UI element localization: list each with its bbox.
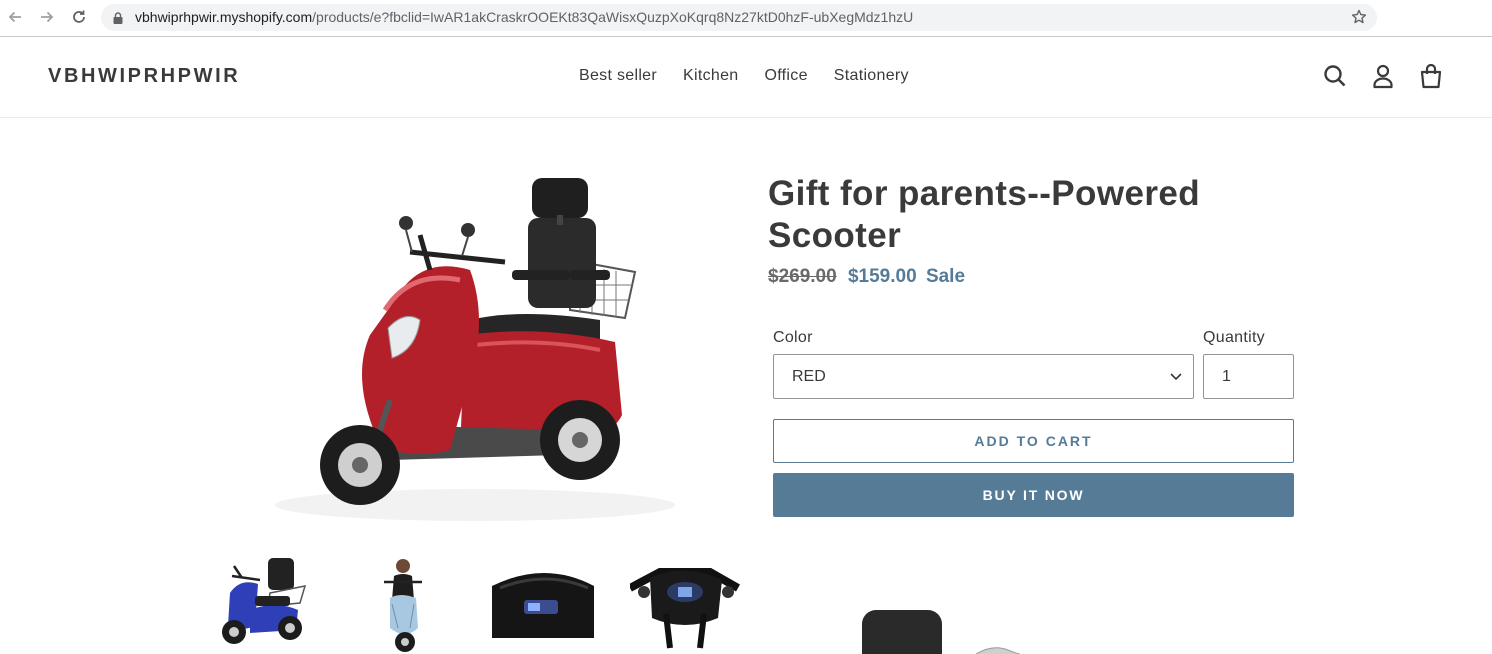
chevron-down-icon [1169, 369, 1183, 388]
cart-icon[interactable] [1418, 63, 1444, 89]
quantity-label: Quantity [1203, 329, 1265, 346]
thumbnail-rider-scooter[interactable] [350, 548, 460, 654]
nav-link-office[interactable]: Office [764, 67, 807, 85]
url-host: vbhwiprhpwir.myshopify.com [135, 9, 313, 25]
bookmark-star-icon[interactable] [1351, 9, 1367, 30]
url-text: vbhwiprhpwir.myshopify.com/products/e?fb… [135, 9, 913, 26]
add-to-cart-button[interactable]: ADD TO CART [773, 419, 1294, 463]
store-logo[interactable]: VBHWIPRHPWIR [48, 65, 240, 88]
sale-label: Sale [925, 266, 966, 287]
thumbnail-dashboard[interactable] [490, 548, 600, 654]
quantity-value: 1 [1222, 368, 1231, 385]
forward-arrow-icon[interactable] [36, 6, 58, 28]
quantity-input[interactable]: 1 [1203, 354, 1294, 399]
site-header: VBHWIPRHPWIR Best seller Kitchen Office … [0, 37, 1492, 118]
browser-toolbar: vbhwiprhpwir.myshopify.com/products/e?fb… [0, 0, 1492, 37]
thumbnail-blue-scooter[interactable] [210, 548, 320, 654]
main-nav: Best seller Kitchen Office Stationery [579, 67, 935, 85]
nav-link-kitchen[interactable]: Kitchen [683, 67, 738, 85]
account-icon[interactable] [1370, 63, 1396, 89]
lock-icon [113, 11, 123, 29]
product-title: Gift for parents--Powered Scooter [768, 174, 1200, 255]
description-image [858, 606, 1038, 654]
buy-it-now-button[interactable]: BUY IT NOW [773, 473, 1294, 517]
color-label: Color [773, 329, 813, 346]
address-bar[interactable]: vbhwiprhpwir.myshopify.com/products/e?fb… [101, 4, 1377, 31]
header-icons [1322, 63, 1444, 89]
nav-link-stationery[interactable]: Stationery [834, 67, 909, 85]
back-arrow-icon[interactable] [4, 6, 26, 28]
product-main-image[interactable] [270, 160, 680, 525]
sale-price: $159.00 [847, 266, 917, 287]
color-select-value: RED [792, 368, 826, 385]
compare-at-price: $269.00 [768, 266, 837, 287]
product-thumbnails [210, 548, 750, 654]
nav-link-best-seller[interactable]: Best seller [579, 67, 657, 85]
reload-icon[interactable] [68, 6, 90, 28]
url-path: /products/e?fbclid=IwAR1akCraskrOOEKt83Q… [312, 9, 914, 25]
color-select[interactable]: RED [773, 354, 1194, 399]
search-icon[interactable] [1322, 63, 1348, 89]
thumbnail-handlebar-console[interactable] [628, 548, 740, 654]
price-row: $269.00 $159.00 Sale [768, 266, 965, 288]
